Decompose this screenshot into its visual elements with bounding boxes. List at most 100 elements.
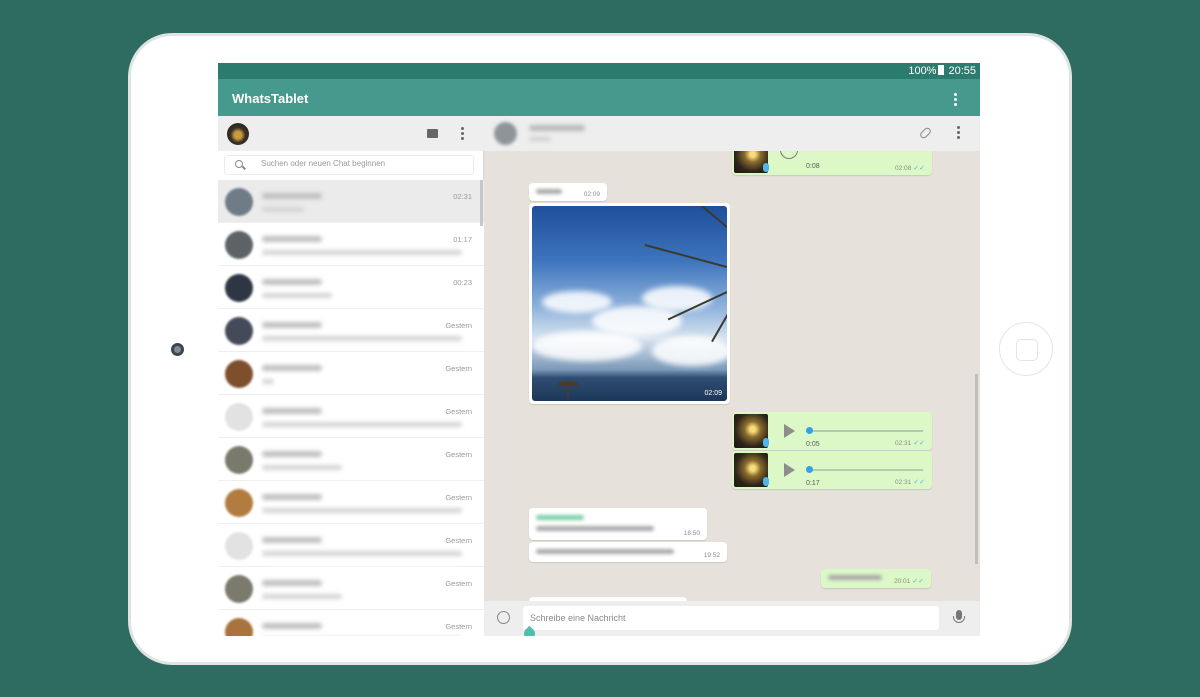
status-bar: 100% 20:55 [218,63,980,79]
voice-message: 0:08 02:08✓✓ [732,151,932,175]
search-input[interactable] [261,159,461,168]
chat-time: Gestern [445,321,472,330]
last-message-blurred [262,207,304,212]
read-ticks-icon: ✓✓ [913,479,925,486]
chat-list-item[interactable]: Gestern [218,610,484,636]
attach-icon[interactable] [918,126,933,140]
message-time: 18:50 [683,530,700,537]
contact-avatar [225,403,253,431]
contact-avatar [225,532,253,560]
chat-list-pane: 02:31 01:17 00:23 Gestern Gestern Gestern Gest… [218,116,484,636]
play-icon[interactable] [784,424,795,438]
chat-list-header [218,116,484,151]
my-profile-avatar[interactable] [227,123,249,145]
chat-list-item[interactable]: 02:31 [218,180,484,223]
chat-list-scrollbar[interactable] [480,180,483,226]
last-message-blurred [262,465,342,470]
beach-palm-photo[interactable]: 02:09 [532,206,727,401]
message-input[interactable] [523,606,939,630]
battery-icon [938,65,945,75]
emoji-icon[interactable] [497,611,510,624]
app-menu-icon[interactable] [954,93,957,108]
contact-avatar [225,231,253,259]
chat-list-item[interactable]: Gestern [218,438,484,481]
conversation-menu-icon[interactable] [957,126,960,141]
chat-list-item[interactable]: Gestern [218,395,484,438]
read-ticks-icon: ✓✓ [913,165,925,172]
contact-avatar [225,360,253,388]
incoming-text-message: 19:52 [529,542,727,562]
compose-bar [484,601,980,636]
parasol [558,381,578,397]
chat-time: 02:31 [453,192,472,201]
read-ticks-icon: ✓✓ [912,578,924,585]
clock: 20:55 [948,65,976,77]
contact-name-blurred [262,623,322,629]
contact-status-blurred [529,137,551,141]
message-time: 20:01 [893,578,911,585]
incoming-text-message: 18:50 [529,508,707,540]
microphone-icon[interactable] [953,610,965,623]
new-chat-icon[interactable] [427,129,438,138]
voice-sender-thumbnail [734,453,769,487]
voice-progress-knob[interactable] [806,427,813,434]
contact-avatar [225,618,253,636]
search-box [224,155,474,175]
message-text-blurred [536,526,654,531]
search-icon [235,160,243,168]
contact-name-blurred [262,451,322,457]
contact-name-blurred [262,365,322,371]
chat-time: 01:17 [453,235,472,244]
chat-time: Gestern [445,450,472,459]
play-icon[interactable] [784,463,795,477]
chat-time: Gestern [445,622,472,631]
chat-time: Gestern [445,579,472,588]
chat-list-item[interactable]: Gestern [218,352,484,395]
voice-sender-thumbnail [734,151,769,173]
voice-duration: 0:17 [806,480,820,487]
voice-duration: 0:05 [806,441,820,448]
chat-time: Gestern [445,364,472,373]
chat-list-menu-icon[interactable] [461,127,464,142]
outgoing-text-message: 20:01 ✓✓ [821,569,931,588]
chat-list-item[interactable]: Gestern [218,524,484,567]
chat-list-item[interactable]: Gestern [218,567,484,610]
home-button[interactable] [999,322,1053,376]
message-time: 19:52 [703,552,720,559]
message-text-blurred [828,575,882,580]
contact-name-blurred [262,494,322,500]
message-time: 02:31 [894,479,912,486]
contact-name-blurred [262,580,322,586]
voice-message: 0:05 02:31 ✓✓ [732,412,932,450]
chat-list-item[interactable]: Gestern [218,481,484,524]
screen: 100% 20:55 WhatsTablet 02:31 01:17 00:23 Ges… [218,63,980,636]
message-area-scrollbar[interactable] [975,374,978,564]
voice-message: 0:17 02:31 ✓✓ [732,451,932,489]
voice-progress-track[interactable] [809,469,923,471]
voice-progress-knob[interactable] [806,466,813,473]
contact-name-blurred [262,236,322,242]
message-time: 02:08 [894,165,912,172]
contact-avatar [225,274,253,302]
chat-list-item[interactable]: 01:17 [218,223,484,266]
chat-list-item[interactable]: Gestern [218,309,484,352]
voice-progress-track[interactable] [809,430,923,432]
last-message-blurred [262,594,342,599]
chat-list: 02:31 01:17 00:23 Gestern Gestern Gestern Gest… [218,180,484,636]
contact-name-blurred [262,408,322,414]
contact-name-blurred[interactable] [529,125,585,131]
last-message-blurred [262,250,462,255]
contact-name-blurred [262,193,322,199]
last-message-blurred [262,293,332,298]
contact-avatar[interactable] [494,122,517,145]
contact-avatar [225,575,253,603]
voice-duration: 0:08 [806,163,820,170]
last-message-blurred [262,379,274,384]
contact-avatar [225,446,253,474]
app-bar: WhatsTablet [218,79,980,116]
chat-list-item[interactable]: 00:23 [218,266,484,309]
battery-level: 100% [908,65,937,77]
contact-name-blurred [262,322,322,328]
download-icon[interactable] [780,151,798,159]
conversation-header [484,116,980,151]
